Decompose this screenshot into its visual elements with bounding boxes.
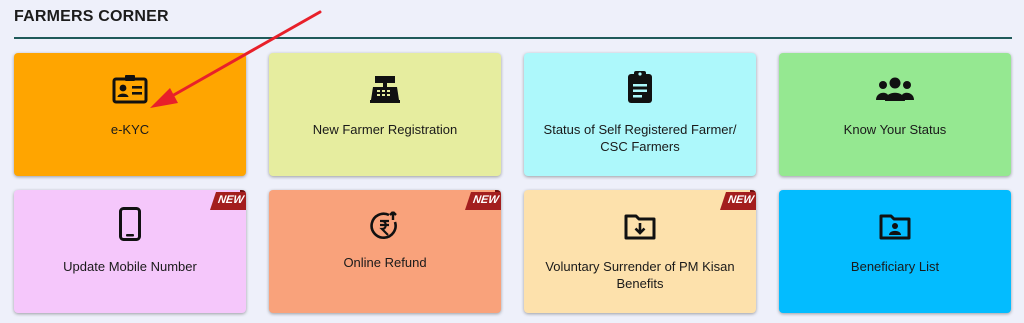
- card-label: New Farmer Registration: [312, 122, 458, 137]
- clipboard-icon: [620, 69, 660, 105]
- new-badge-label: NEW: [217, 194, 245, 206]
- card-label: Status of Self Registered Farmer/ CSC Fa…: [543, 122, 737, 154]
- new-badge-label: NEW: [727, 194, 755, 206]
- self-registered-status-card[interactable]: Status of Self Registered Farmer/ CSC Fa…: [524, 53, 756, 176]
- card-label: Voluntary Surrender of PM Kisan Benefits: [545, 259, 735, 291]
- update-mobile-number-card[interactable]: Update Mobile Number NEW: [14, 190, 246, 313]
- mobile-phone-icon: [110, 206, 150, 242]
- rupee-refund-icon: [365, 208, 405, 244]
- new-badge: NEW: [210, 190, 246, 212]
- cash-register-icon: [365, 71, 405, 107]
- id-card-icon: [110, 71, 150, 107]
- beneficiary-list-card[interactable]: Beneficiary List: [779, 190, 1011, 313]
- card-label: Update Mobile Number: [63, 259, 197, 274]
- new-badge: NEW: [465, 190, 501, 212]
- folder-download-icon: [620, 208, 660, 244]
- voluntary-surrender-card[interactable]: Voluntary Surrender of PM Kisan Benefits…: [524, 190, 756, 313]
- new-farmer-registration-card[interactable]: New Farmer Registration: [269, 53, 501, 176]
- know-your-status-card[interactable]: Know Your Status: [779, 53, 1011, 176]
- ekyc-card[interactable]: e-KYC: [14, 53, 246, 176]
- title-divider: [14, 37, 1012, 39]
- new-badge-label: NEW: [472, 194, 500, 206]
- card-label: Online Refund: [343, 255, 427, 270]
- card-label: Know Your Status: [843, 122, 947, 137]
- card-label: Beneficiary List: [850, 259, 940, 274]
- group-icon: [875, 71, 915, 107]
- new-badge: NEW: [720, 190, 756, 212]
- folder-user-icon: [875, 208, 915, 244]
- online-refund-card[interactable]: Online Refund NEW: [269, 190, 501, 313]
- section-title: FARMERS CORNER: [14, 8, 169, 25]
- card-label: e-KYC: [110, 122, 150, 137]
